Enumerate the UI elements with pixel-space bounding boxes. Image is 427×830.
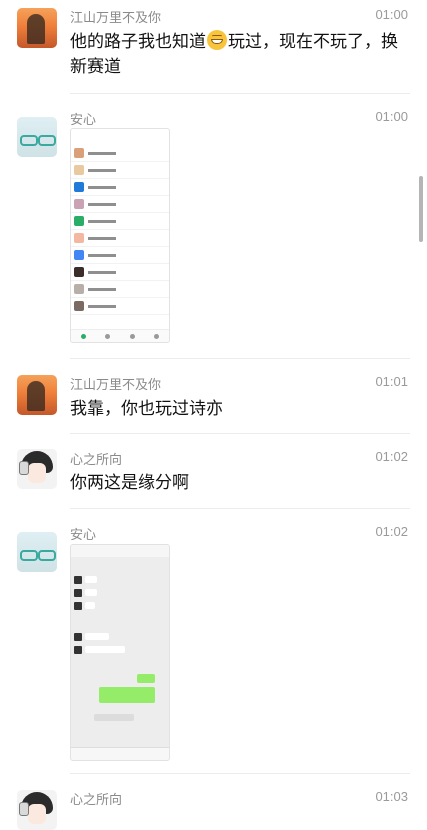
- screenshot-header: [71, 129, 169, 145]
- sender-name: 心之所向: [70, 792, 123, 807]
- message-time: 01:03: [375, 789, 408, 804]
- avatar[interactable]: [17, 532, 57, 572]
- sender-name: 安心: [70, 527, 97, 542]
- avatar[interactable]: [17, 790, 57, 830]
- avatar[interactable]: [17, 449, 57, 489]
- avatar[interactable]: [17, 8, 57, 48]
- message-text[interactable]: 他的路子我也知道 玩过，现在不玩了，换新赛道: [70, 29, 405, 79]
- image-message-chat-window[interactable]: [70, 544, 170, 761]
- sender-name: 安心: [70, 112, 97, 127]
- message-time: 01:00: [375, 7, 408, 22]
- sender-name: 心之所向: [70, 452, 123, 467]
- image-message-chat-list[interactable]: [70, 128, 170, 343]
- message-time: 01:00: [375, 109, 408, 124]
- divider: [70, 93, 410, 94]
- message-text[interactable]: 我靠，你也玩过诗亦: [70, 396, 405, 421]
- screenshot-header: [71, 545, 169, 557]
- message-text[interactable]: 你两这是缘分啊: [70, 470, 405, 495]
- divider: [70, 773, 410, 774]
- divider: [70, 433, 410, 434]
- sender-name: 江山万里不及你: [70, 377, 162, 392]
- avatar[interactable]: [17, 375, 57, 415]
- avatar[interactable]: [17, 117, 57, 157]
- scrollbar[interactable]: [419, 176, 423, 242]
- screenshot-input-bar: [71, 747, 169, 760]
- grinning-emoji-icon: [207, 30, 227, 50]
- divider: [70, 358, 410, 359]
- message-time: 01:02: [375, 524, 408, 539]
- sender-name: 江山万里不及你: [70, 10, 162, 25]
- message-time: 01:02: [375, 449, 408, 464]
- message-text-part: 他的路子我也知道: [70, 32, 206, 51]
- divider: [70, 508, 410, 509]
- message-time: 01:01: [375, 374, 408, 389]
